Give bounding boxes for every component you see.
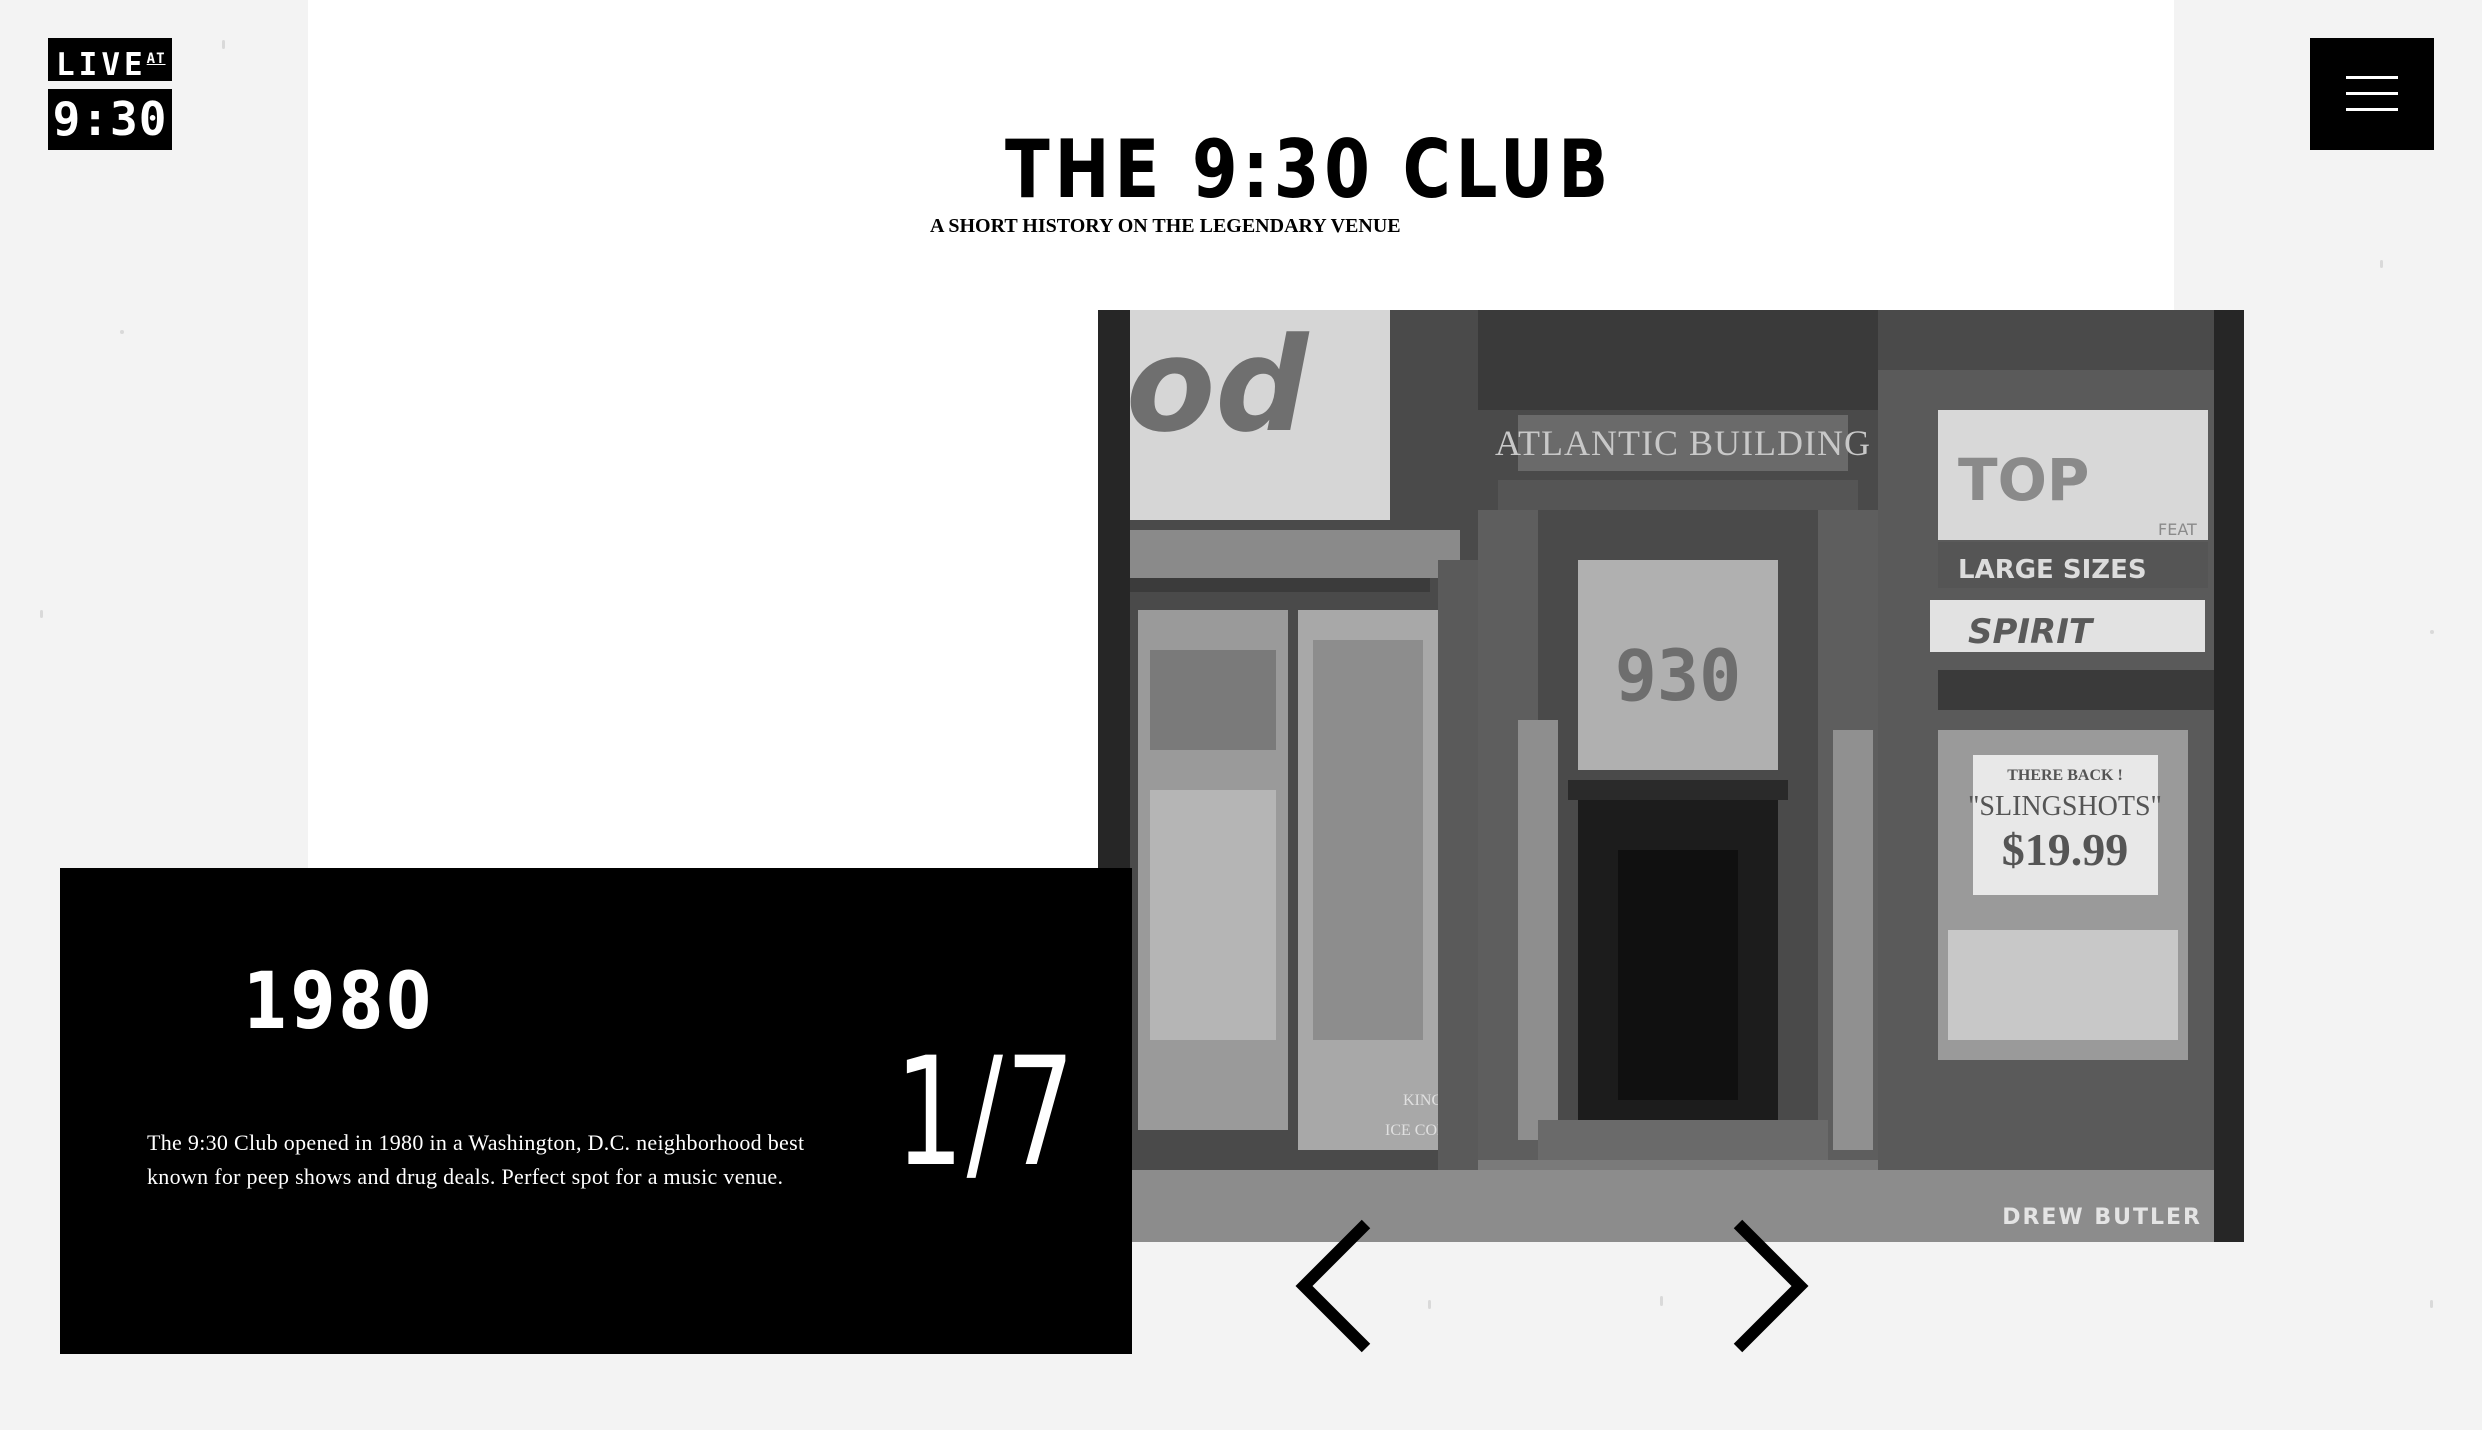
chevron-left-icon xyxy=(1295,1219,1371,1353)
page-subtitle: A SHORT HISTORY ON THE LEGENDARY VENUE xyxy=(930,215,1401,237)
awning-sign-text: od xyxy=(1126,310,1310,461)
slide-year: 1980 xyxy=(243,957,435,1047)
background-speck xyxy=(2380,260,2383,268)
menu-button[interactable] xyxy=(2310,38,2434,150)
ad-line1-text: THERE BACK ! xyxy=(2007,767,2123,784)
chevron-right-icon xyxy=(1733,1219,1809,1353)
page-title: THE 9:30 CLUB xyxy=(1005,123,1614,216)
storefront-photo: od KING COBRA ICE COLD ATLANTIC BUILDING… xyxy=(1098,310,2244,1242)
background-speck xyxy=(1428,1300,1431,1309)
background-speck xyxy=(222,40,225,49)
ad-price-text: $19.99 xyxy=(2002,824,2129,875)
logo-930: 9:30 xyxy=(48,89,172,150)
background-speck xyxy=(40,610,43,618)
background-speck xyxy=(2430,630,2434,634)
door-sign-text: 930 xyxy=(1615,635,1741,717)
photo-credit: DREW BUTLER xyxy=(2002,1205,2202,1230)
building-sign-text: ATLANTIC BUILDING xyxy=(1495,423,1871,463)
large-sizes-text: LARGE SIZES xyxy=(1958,555,2147,585)
top-store-sign-text: TOP xyxy=(1958,446,2089,514)
logo-live: LIVEAT xyxy=(48,38,172,83)
background-speck xyxy=(2430,1300,2433,1308)
previous-slide-button[interactable] xyxy=(1290,1216,1380,1356)
ad-line2-text: "SLINGSHOTS" xyxy=(1968,791,2162,822)
slide-description: The 9:30 Club opened in 1980 in a Washin… xyxy=(147,1130,805,1189)
next-slide-button[interactable] xyxy=(1724,1216,1814,1356)
background-speck xyxy=(120,330,124,334)
spirit-sign-text: SPIRIT xyxy=(1968,612,2095,652)
timeline-info-card: 1980 The 9:30 Club opened in 1980 in a W… xyxy=(60,868,1132,1354)
slide-counter: 1/7 xyxy=(895,1026,1078,1200)
store-feat-text: FEAT xyxy=(2158,520,2197,539)
live-at-930-logo[interactable]: LIVEAT 9:30 xyxy=(48,38,172,150)
background-speck xyxy=(1660,1296,1663,1306)
